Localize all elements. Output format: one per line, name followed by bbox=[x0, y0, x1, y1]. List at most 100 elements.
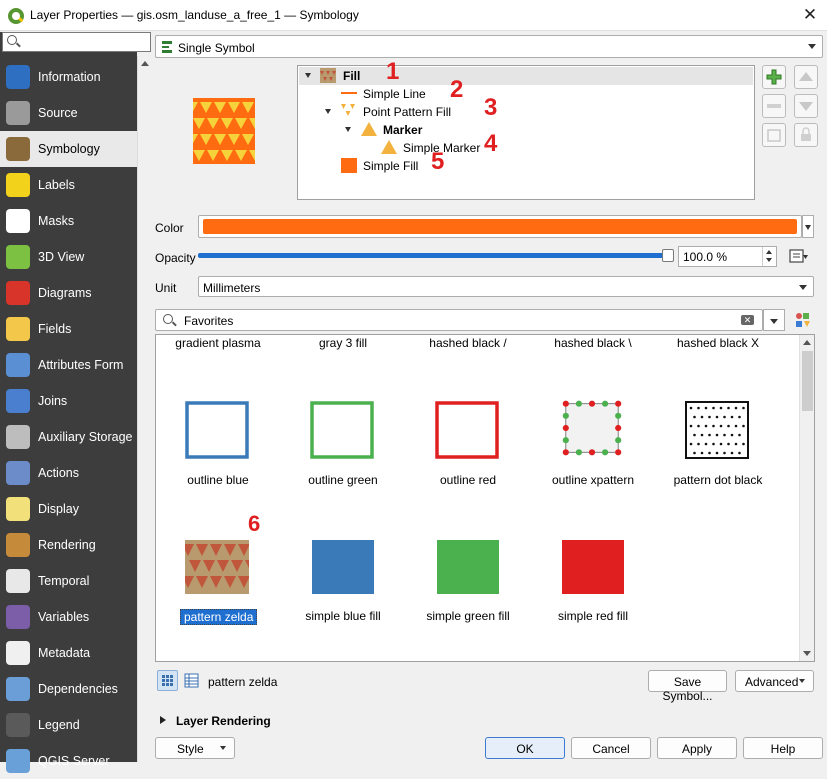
advanced-button[interactable]: Advanced bbox=[735, 670, 814, 692]
sidebar-item-rendering[interactable]: Rendering bbox=[0, 527, 137, 563]
opacity-slider[interactable] bbox=[198, 253, 670, 258]
ok-button[interactable]: OK bbox=[485, 737, 565, 759]
data-defined-override-icon[interactable] bbox=[787, 246, 811, 266]
pattern-dot bbox=[730, 451, 734, 455]
masks-icon bbox=[6, 209, 30, 233]
save-symbol-button[interactable]: Save Symbol... bbox=[648, 670, 727, 703]
symbol-label[interactable]: outline red bbox=[406, 473, 530, 487]
sidebar-item-joins[interactable]: Joins bbox=[0, 383, 137, 419]
tree-item-marker[interactable]: Marker bbox=[298, 121, 752, 139]
symbol-label[interactable]: gray 3 fill bbox=[281, 336, 405, 350]
sidebar-item-temporal[interactable]: Temporal bbox=[0, 563, 137, 599]
symbol-label[interactable]: pattern zelda bbox=[180, 609, 258, 625]
sidebar-item-information[interactable]: Information bbox=[0, 59, 137, 95]
list-view-button[interactable] bbox=[181, 670, 202, 691]
symbol-label[interactable]: hashed black / bbox=[406, 336, 530, 350]
move-down-button[interactable] bbox=[794, 94, 818, 118]
sidebar-item-source[interactable]: Source bbox=[0, 95, 137, 131]
sidebar-item-fields[interactable]: Fields bbox=[0, 311, 137, 347]
sidebar-item-labels[interactable]: Labels bbox=[0, 167, 137, 203]
layer-rendering-section[interactable]: Layer Rendering bbox=[176, 714, 271, 728]
style-button[interactable]: Style bbox=[155, 737, 235, 759]
symbol-outline-green[interactable] bbox=[310, 401, 374, 459]
sidebar-scrollbar[interactable] bbox=[137, 56, 151, 762]
pattern-dot bbox=[719, 442, 723, 446]
symbol-preview bbox=[193, 98, 255, 164]
tree-item-fill[interactable]: Fill bbox=[298, 67, 752, 85]
symbol-group-dropdown[interactable] bbox=[763, 309, 785, 331]
scroll-thumb[interactable] bbox=[802, 351, 813, 411]
chevron-down-icon[interactable] bbox=[305, 73, 311, 78]
tree-item-simple-marker[interactable]: Simple Marker bbox=[298, 139, 752, 157]
symbol-label[interactable]: hashed black \ bbox=[531, 336, 655, 350]
opacity-spinbox[interactable]: 100.0 % bbox=[678, 246, 777, 267]
icon-view-button[interactable] bbox=[157, 670, 178, 691]
library-scrollbar[interactable] bbox=[799, 335, 814, 661]
symbol-label[interactable]: outline green bbox=[281, 473, 405, 487]
symbol-outline-blue[interactable] bbox=[185, 401, 249, 459]
sidebar-item-qgis-server[interactable]: QGIS Server bbox=[0, 743, 137, 779]
help-button[interactable]: Help bbox=[743, 737, 823, 759]
color-button[interactable] bbox=[198, 215, 802, 238]
tree-item-simple-fill[interactable]: Simple Fill bbox=[298, 157, 752, 175]
style-manager-icon[interactable] bbox=[793, 311, 813, 329]
sidebar-item-actions[interactable]: Actions bbox=[0, 455, 137, 491]
duplicate-layer-button[interactable] bbox=[762, 123, 786, 147]
symbol-simple-red-fill[interactable] bbox=[562, 540, 624, 594]
tree-item-point-pattern-fill[interactable]: Point Pattern Fill bbox=[298, 103, 752, 121]
chevron-down-icon[interactable] bbox=[325, 109, 331, 114]
sidebar-item-3d-view[interactable]: 3D View bbox=[0, 239, 137, 275]
symbol-search-value: Favorites bbox=[184, 314, 234, 328]
symbol-label[interactable]: simple blue fill bbox=[281, 609, 405, 623]
chevron-down-icon bbox=[220, 746, 226, 750]
symbol-outline-red[interactable] bbox=[435, 401, 499, 459]
sidebar-item-attributes-form[interactable]: Attributes Form bbox=[0, 347, 137, 383]
symbol-outline-xpattern[interactable] bbox=[560, 399, 624, 457]
cancel-button[interactable]: Cancel bbox=[571, 737, 651, 759]
sidebar-item-symbology[interactable]: Symbology bbox=[0, 131, 137, 167]
lock-layer-button[interactable] bbox=[794, 123, 818, 147]
symbol-label[interactable]: pattern dot black bbox=[656, 473, 780, 487]
clear-icon[interactable]: ✕ bbox=[741, 315, 754, 325]
symbol-simple-blue-fill[interactable] bbox=[312, 540, 374, 594]
symbol-label[interactable]: outline blue bbox=[156, 473, 280, 487]
sidebar-item-variables[interactable]: Variables bbox=[0, 599, 137, 635]
unit-select[interactable]: Millimeters bbox=[198, 276, 814, 297]
symbol-label[interactable]: simple green fill bbox=[406, 609, 530, 623]
add-symbol-layer-button[interactable] bbox=[762, 65, 786, 89]
sidebar-item-auxiliary-storage[interactable]: Auxiliary Storage bbox=[0, 419, 137, 455]
opacity-slider-handle[interactable] bbox=[662, 249, 674, 262]
symbol-label[interactable]: simple red fill bbox=[531, 609, 655, 623]
sidebar-item-legend[interactable]: Legend bbox=[0, 707, 137, 743]
symbol-pattern-zelda[interactable] bbox=[185, 540, 249, 594]
pattern-dot bbox=[697, 442, 700, 446]
symbol-label[interactable]: hashed black X bbox=[656, 336, 780, 350]
chevron-right-icon[interactable] bbox=[160, 716, 166, 724]
apply-button[interactable]: Apply bbox=[657, 737, 737, 759]
symbol-pattern-dot-black[interactable] bbox=[685, 401, 749, 459]
spin-arrows-icon[interactable] bbox=[762, 247, 776, 266]
sidebar-item-diagrams[interactable]: Diagrams bbox=[0, 275, 137, 311]
search-icon bbox=[7, 35, 17, 45]
move-up-button[interactable] bbox=[794, 65, 818, 89]
pattern-dot bbox=[723, 451, 726, 455]
sidebar-item-display[interactable]: Display bbox=[0, 491, 137, 527]
pattern-dot bbox=[742, 424, 745, 428]
scroll-up-icon[interactable] bbox=[803, 340, 811, 345]
symbol-search-input[interactable]: Favorites ✕ bbox=[155, 309, 763, 331]
remove-symbol-layer-button[interactable] bbox=[762, 94, 786, 118]
symbol-label[interactable]: gradient plasma bbox=[156, 336, 280, 350]
sidebar-item-dependencies[interactable]: Dependencies bbox=[0, 671, 137, 707]
sidebar-item-masks[interactable]: Masks bbox=[0, 203, 137, 239]
chevron-down-icon[interactable] bbox=[345, 127, 351, 132]
tree-item-simple-line[interactable]: Simple Line bbox=[298, 85, 752, 103]
sidebar-search-input[interactable] bbox=[2, 32, 151, 52]
sidebar-item-metadata[interactable]: Metadata bbox=[0, 635, 137, 671]
symbol-simple-green-fill[interactable] bbox=[437, 540, 499, 594]
scroll-down-icon[interactable] bbox=[803, 651, 811, 656]
renderer-select-value: Single Symbol bbox=[178, 41, 255, 55]
color-dropdown-button[interactable] bbox=[802, 215, 814, 238]
close-icon[interactable]: ✕ bbox=[800, 5, 820, 25]
renderer-select[interactable]: Single Symbol bbox=[155, 35, 823, 58]
symbol-label[interactable]: outline xpattern bbox=[531, 473, 655, 487]
